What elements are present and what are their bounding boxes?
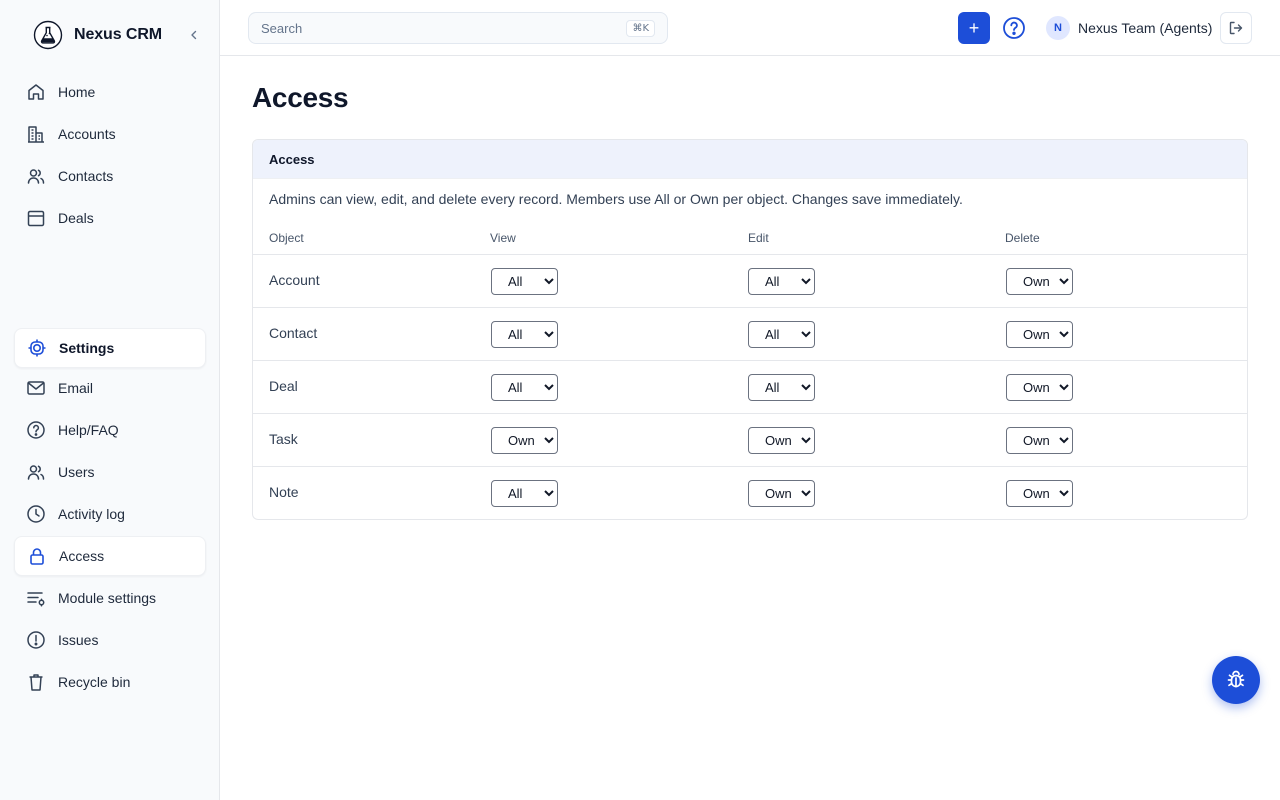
sidebar-item-issues[interactable]: Issues bbox=[14, 620, 206, 660]
sidebar-item-email[interactable]: Email bbox=[14, 368, 206, 408]
view-permission-select[interactable]: AllOwn bbox=[491, 480, 558, 507]
topbar: ⌘K + N Nexus Team (Agents) bbox=[220, 0, 1280, 56]
sidebar-item-settings[interactable]: Settings bbox=[14, 328, 206, 368]
edit-permission-select[interactable]: AllOwn bbox=[748, 374, 815, 401]
trash-icon bbox=[26, 672, 46, 692]
sidebar-item-help-faq[interactable]: Help/FAQ bbox=[14, 410, 206, 450]
sidebar: Nexus CRM Home Accounts Contacts Deals S bbox=[0, 0, 220, 800]
delete-permission-select[interactable]: AllOwn bbox=[1006, 268, 1073, 295]
delete-permission-select[interactable]: AllOwn bbox=[1006, 480, 1073, 507]
page-title: Access bbox=[252, 82, 349, 113]
view-permission-select[interactable]: AllOwn bbox=[491, 427, 558, 454]
lock-icon bbox=[27, 546, 47, 566]
edit-permission-select[interactable]: AllOwn bbox=[748, 480, 815, 507]
card-header: Access bbox=[253, 140, 1247, 179]
sidebar-item-users[interactable]: Users bbox=[14, 452, 206, 492]
object-name: Task bbox=[269, 431, 298, 447]
users-icon bbox=[26, 166, 46, 186]
flask-logo-icon bbox=[32, 19, 64, 51]
clock-icon bbox=[26, 504, 46, 524]
delete-permission-select[interactable]: AllOwn bbox=[1006, 427, 1073, 454]
sidebar-item-label: Settings bbox=[59, 340, 115, 356]
user-name: Nexus Team (Agents) bbox=[1078, 20, 1213, 36]
object-name: Account bbox=[269, 272, 320, 288]
edit-permission-select[interactable]: AllOwn bbox=[748, 427, 815, 454]
sidebar-item-label: Accounts bbox=[58, 126, 116, 142]
logout-icon bbox=[1229, 21, 1243, 35]
mail-icon bbox=[26, 378, 46, 398]
view-permission-select[interactable]: AllOwn bbox=[491, 374, 558, 401]
bug-icon bbox=[1227, 670, 1245, 688]
object-name: Deal bbox=[269, 378, 298, 394]
sidebar-item-access[interactable]: Access bbox=[14, 536, 206, 576]
table-row: Account AllOwn AllOwn AllOwn bbox=[253, 254, 1247, 307]
access-description: Admins can view, edit, and delete every … bbox=[269, 191, 963, 207]
view-permission-select[interactable]: AllOwn bbox=[491, 321, 558, 348]
sidebar-item-module-settings[interactable]: Module settings bbox=[14, 578, 206, 618]
user-menu[interactable]: N Nexus Team (Agents) bbox=[1046, 15, 1212, 41]
calendar-icon bbox=[26, 208, 46, 228]
sidebar-item-label: Access bbox=[59, 548, 105, 564]
collapse-sidebar-button[interactable] bbox=[186, 27, 202, 43]
sidebar-item-label: Users bbox=[58, 464, 95, 480]
bug-report-button[interactable] bbox=[1212, 656, 1260, 704]
object-name: Contact bbox=[269, 325, 318, 341]
edit-permission-select[interactable]: AllOwn bbox=[748, 321, 815, 348]
search-box[interactable]: ⌘K bbox=[248, 12, 668, 44]
logout-button[interactable] bbox=[1220, 12, 1252, 44]
column-header-view: View bbox=[490, 231, 516, 245]
chevron-left-icon bbox=[191, 30, 197, 40]
sidebar-item-home[interactable]: Home bbox=[14, 72, 206, 112]
sidebar-item-activity-log[interactable]: Activity log bbox=[14, 494, 206, 534]
search-shortcut-badge: ⌘K bbox=[626, 19, 655, 37]
view-permission-select[interactable]: AllOwn bbox=[491, 268, 558, 295]
avatar: N bbox=[1046, 16, 1070, 40]
object-name: Note bbox=[269, 484, 299, 500]
table-row: Note AllOwn AllOwn AllOwn bbox=[253, 466, 1247, 519]
sidebar-item-label: Email bbox=[58, 380, 94, 396]
table-row: Deal AllOwn AllOwn AllOwn bbox=[253, 360, 1247, 413]
sliders-icon bbox=[26, 588, 46, 608]
sidebar-item-label: Contacts bbox=[58, 168, 114, 184]
app-name: Nexus CRM bbox=[74, 26, 163, 43]
brand: Nexus CRM bbox=[32, 18, 202, 52]
edit-permission-select[interactable]: AllOwn bbox=[748, 268, 815, 295]
building-icon bbox=[26, 124, 46, 144]
column-header-edit: Edit bbox=[748, 231, 769, 245]
home-icon bbox=[26, 82, 46, 102]
search-input[interactable] bbox=[261, 20, 627, 36]
sidebar-item-label: Issues bbox=[58, 632, 99, 648]
sidebar-item-label: Help/FAQ bbox=[58, 422, 119, 438]
column-header-object: Object bbox=[269, 231, 304, 245]
sidebar-item-label: Recycle bin bbox=[58, 674, 131, 690]
alert-icon bbox=[26, 630, 46, 650]
sidebar-item-label: Home bbox=[58, 84, 96, 100]
help-icon bbox=[26, 420, 46, 440]
question-circle-icon bbox=[1003, 17, 1025, 39]
sidebar-item-label: Deals bbox=[58, 210, 94, 226]
sidebar-item-label: Activity log bbox=[58, 506, 125, 522]
access-card: Access Admins can view, edit, and delete… bbox=[252, 139, 1248, 520]
column-header-delete: Delete bbox=[1005, 231, 1040, 245]
delete-permission-select[interactable]: AllOwn bbox=[1006, 321, 1073, 348]
sidebar-item-contacts[interactable]: Contacts bbox=[14, 156, 206, 196]
settings-icon bbox=[27, 338, 47, 358]
sidebar-item-label: Module settings bbox=[58, 590, 157, 606]
add-button[interactable]: + bbox=[958, 12, 990, 44]
sidebar-item-accounts[interactable]: Accounts bbox=[14, 114, 206, 154]
help-button[interactable] bbox=[1002, 16, 1026, 40]
delete-permission-select[interactable]: AllOwn bbox=[1006, 374, 1073, 401]
users-icon bbox=[26, 462, 46, 482]
table-row: Task AllOwn AllOwn AllOwn bbox=[253, 413, 1247, 466]
table-row: Contact AllOwn AllOwn AllOwn bbox=[253, 307, 1247, 360]
sidebar-item-recycle-bin[interactable]: Recycle bin bbox=[14, 662, 206, 702]
sidebar-item-deals[interactable]: Deals bbox=[14, 198, 206, 238]
